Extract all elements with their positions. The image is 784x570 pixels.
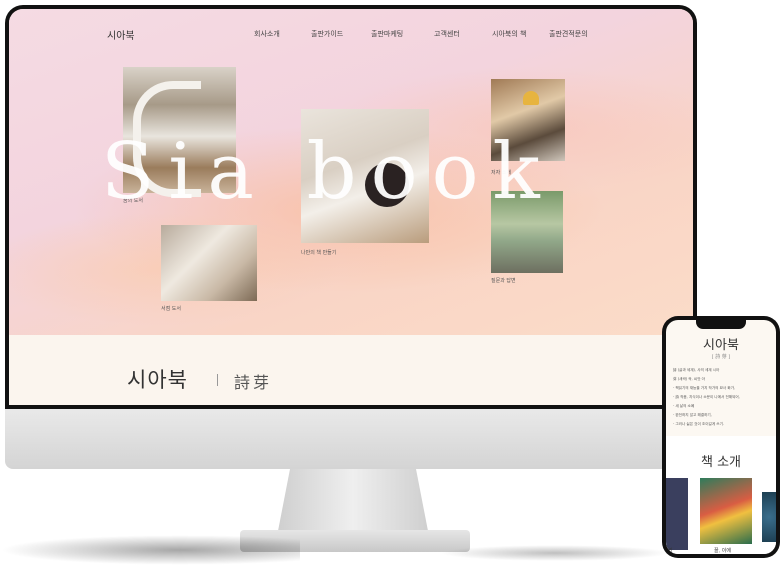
phone-section-title: 책 소개	[700, 455, 741, 470]
phone-line: - 詩 작음, 지식이나 소문이 나에서 전해되어,	[673, 395, 740, 399]
hero-section: 시아북 회사소개 출판가이드 출판마케팅 고객센터 시아북의 책 출판견적문의 …	[9, 9, 693, 335]
qa-caption[interactable]: 질문과 답변	[491, 277, 516, 284]
phone-line: - 새 날의 소폐	[673, 404, 695, 408]
reading-caption[interactable]: 서점 도서	[161, 305, 181, 312]
monitor-screen: 시아북 회사소개 출판가이드 출판마케팅 고객센터 시아북의 책 출판견적문의 …	[9, 9, 693, 405]
book-caption-left[interactable]: 키	[668, 547, 673, 554]
phone-notch	[696, 320, 746, 329]
monitor-chin	[5, 409, 697, 469]
nav-item-books[interactable]: 시아북의 책	[492, 29, 526, 39]
nav-item-estimate[interactable]: 출판견적문의	[549, 29, 588, 39]
stand-shadow-right	[440, 545, 670, 561]
phone-line: - 그러나 싫은 것이 조이길게 쓰기.	[673, 422, 725, 426]
phone-screen: 시아북 [ 詩 芽 ] 詩 (글과 세계), 사의 세계 시아 芽 (새싹) 싹…	[666, 320, 776, 554]
phone-title: 시아북	[703, 338, 739, 353]
phone-line: 芽 (새싹) 싹, 씨앗 아	[673, 377, 705, 381]
stand-shadow	[0, 535, 300, 565]
reading-photo[interactable]	[161, 225, 257, 301]
book-caption-center[interactable]: 꼴, 이에	[714, 547, 731, 554]
monitor-stand-neck	[278, 469, 428, 531]
phone-line: - 책읽기의 재능을 가지 작가의 묘사 화가,	[673, 386, 736, 390]
book-cover-right[interactable]	[762, 492, 776, 542]
book-cover-center[interactable]	[700, 478, 752, 544]
phone-line: - 완전하지 않고 해결하기,	[673, 413, 712, 417]
nav-item-marketing[interactable]: 출판마케팅	[371, 29, 403, 39]
writing-caption[interactable]: 나만의 책 만들기	[301, 249, 336, 256]
brand-divider	[217, 374, 218, 386]
nav-item-support[interactable]: 고객센터	[434, 29, 460, 39]
phone-subtitle: [ 詩 芽 ]	[711, 354, 731, 360]
brand-band	[9, 335, 693, 405]
brand-hanja: 詩芽	[234, 373, 273, 392]
brand-korean: 시아북	[127, 368, 188, 392]
nav-item-guide[interactable]: 출판가이드	[311, 29, 343, 39]
book-cover-left[interactable]	[666, 478, 688, 550]
site-logo[interactable]: 시아북	[107, 27, 135, 42]
phone-line: 詩 (글과 세계), 사의 세계 시아	[673, 368, 720, 372]
monitor-frame: 시아북 회사소개 출판가이드 출판마케팅 고객센터 시아북의 책 출판견적문의 …	[5, 5, 697, 409]
nav-item-company[interactable]: 회사소개	[254, 29, 280, 39]
phone-frame: 시아북 [ 詩 芽 ] 詩 (글과 세계), 사의 세계 시아 芽 (새싹) 싹…	[662, 316, 780, 558]
hero-big-text: Sia book	[101, 127, 554, 217]
